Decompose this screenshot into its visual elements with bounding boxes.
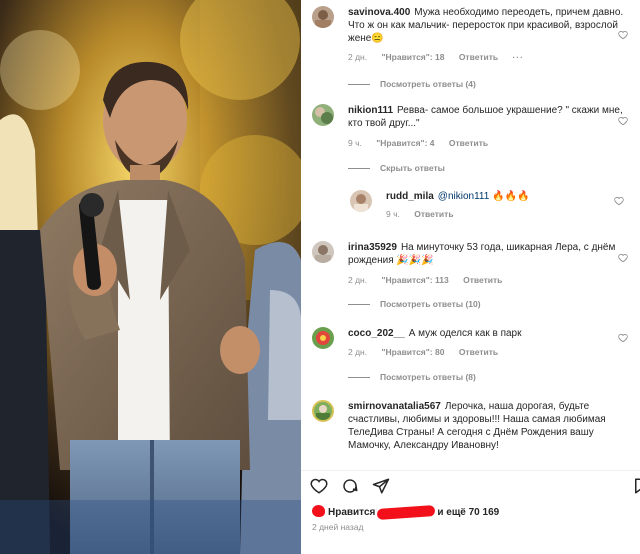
avatar[interactable] xyxy=(312,6,334,28)
avatar-photo xyxy=(315,107,333,124)
comment-meta: 9 ч. "Нравится": 4 Ответить xyxy=(348,138,500,148)
comment-item: smirnovanatalia567 Лерочка, наша дорогая,… xyxy=(312,400,634,470)
view-replies-label: Посмотреть ответы (10) xyxy=(380,299,481,309)
reply-button[interactable]: Ответить xyxy=(414,209,453,219)
reply-button[interactable]: Ответить xyxy=(459,347,498,357)
hide-replies-button[interactable]: Скрыть ответы xyxy=(348,163,445,173)
comment-time: 2 дн. xyxy=(348,347,368,357)
redacted-username xyxy=(377,504,436,521)
avatar-photo xyxy=(354,194,368,212)
reply-time: 9 ч. xyxy=(386,209,400,219)
avatar[interactable] xyxy=(312,104,334,126)
comment-body: savinova.400 Мужа необходимо переодеть, п… xyxy=(348,6,634,45)
comment-text: А муж оделся как в парк xyxy=(408,328,522,339)
more-options-icon[interactable]: ··· xyxy=(512,52,524,62)
liker-avatar-redacted xyxy=(312,505,325,517)
like-heart-icon[interactable] xyxy=(618,253,628,263)
comment-username[interactable]: irina35929 xyxy=(348,242,397,253)
comment-body: smirnovanatalia567 Лерочка, наша дорогая,… xyxy=(348,400,634,452)
comment-meta: 2 дн. "Нравится": 18 Ответить ··· xyxy=(348,52,536,62)
reply-item: rudd_mila @nikion111 🔥🔥🔥 9 ч. Ответить xyxy=(350,190,630,226)
avatar-photo xyxy=(315,10,331,28)
view-replies-label: Посмотреть ответы (8) xyxy=(380,372,476,382)
comment-body: irina35929 На минуточку 53 года, шикарная… xyxy=(348,241,634,267)
avatar[interactable] xyxy=(350,190,372,212)
comment-time: 9 ч. xyxy=(348,138,362,148)
reply-meta: 9 ч. Ответить xyxy=(386,209,466,219)
like-heart-icon[interactable] xyxy=(618,30,628,40)
post-media[interactable] xyxy=(0,0,301,554)
comment-username[interactable]: savinova.400 xyxy=(348,7,410,18)
likes-summary[interactable]: Нравится и ещё 70 169 xyxy=(328,504,500,521)
avatar-photo xyxy=(315,245,331,263)
avatar-photo xyxy=(316,331,330,345)
view-replies-button[interactable]: Посмотреть ответы (8) xyxy=(348,372,476,382)
bookmark-icon[interactable] xyxy=(632,477,640,495)
comment-item: nikion111 Ревва- самое большое украшение?… xyxy=(312,104,634,154)
share-icon[interactable] xyxy=(372,477,390,495)
view-replies-button[interactable]: Посмотреть ответы (4) xyxy=(348,79,476,89)
hide-replies-label: Скрыть ответы xyxy=(380,163,445,173)
comment-item: coco_202__ А муж оделся как в парк 2 дн. … xyxy=(312,327,634,363)
comment-time: 2 дн. xyxy=(348,52,368,62)
avatar-photo xyxy=(316,405,330,420)
post-date: 2 дней назад xyxy=(312,522,364,532)
avatar[interactable] xyxy=(312,400,334,422)
heart-icon[interactable] xyxy=(310,477,328,495)
comment-username[interactable]: smirnovanatalia567 xyxy=(348,401,441,412)
comment-emoji: 😑 xyxy=(371,33,384,44)
comment-emoji: 🎉🎉🎉 xyxy=(396,255,434,266)
comment-likes-count[interactable]: "Нравится": 113 xyxy=(381,275,448,285)
comments-panel: savinova.400 Мужа необходимо переодеть, п… xyxy=(301,0,640,554)
comment-username[interactable]: coco_202__ xyxy=(348,328,405,339)
comment-time: 2 дн. xyxy=(348,275,368,285)
post-photo xyxy=(0,0,301,554)
comment-meta: 2 дн. "Нравится": 113 Ответить xyxy=(348,275,514,285)
comment-likes-count[interactable]: "Нравится": 18 xyxy=(381,52,444,62)
comment-likes-count[interactable]: "Нравится": 4 xyxy=(376,138,434,148)
like-heart-icon[interactable] xyxy=(618,116,628,126)
comments-list: savinova.400 Мужа необходимо переодеть, п… xyxy=(301,0,640,470)
reply-button[interactable]: Ответить xyxy=(459,52,498,62)
reply-username[interactable]: rudd_mila xyxy=(386,191,434,202)
reply-emoji: 🔥🔥🔥 xyxy=(492,191,530,202)
avatar[interactable] xyxy=(312,327,334,349)
likes-prefix: Нравится xyxy=(328,507,376,518)
reply-body: rudd_mila @nikion111 🔥🔥🔥 xyxy=(386,190,630,203)
comment-meta: 2 дн. "Нравится": 80 Ответить xyxy=(348,347,510,357)
view-replies-button[interactable]: Посмотреть ответы (10) xyxy=(348,299,481,309)
like-heart-icon[interactable] xyxy=(618,333,628,343)
reply-button[interactable]: Ответить xyxy=(463,275,502,285)
reply-mention[interactable]: @nikion111 xyxy=(438,191,489,202)
post-actions-bar: Нравится и ещё 70 169 2 дней назад xyxy=(301,470,640,554)
comment-item: irina35929 На минуточку 53 года, шикарная… xyxy=(312,241,634,291)
avatar[interactable] xyxy=(312,241,334,263)
comment-likes-count[interactable]: "Нравится": 80 xyxy=(381,347,444,357)
like-heart-icon[interactable] xyxy=(614,196,624,206)
comment-icon[interactable] xyxy=(341,477,359,495)
view-replies-label: Посмотреть ответы (4) xyxy=(380,79,476,89)
reply-button[interactable]: Ответить xyxy=(449,138,488,148)
comment-body: nikion111 Ревва- самое большое украшение?… xyxy=(348,104,634,130)
comment-body: coco_202__ А муж оделся как в парк xyxy=(348,327,634,340)
comment-username[interactable]: nikion111 xyxy=(348,105,393,116)
likes-count: и ещё 70 169 xyxy=(437,507,500,518)
